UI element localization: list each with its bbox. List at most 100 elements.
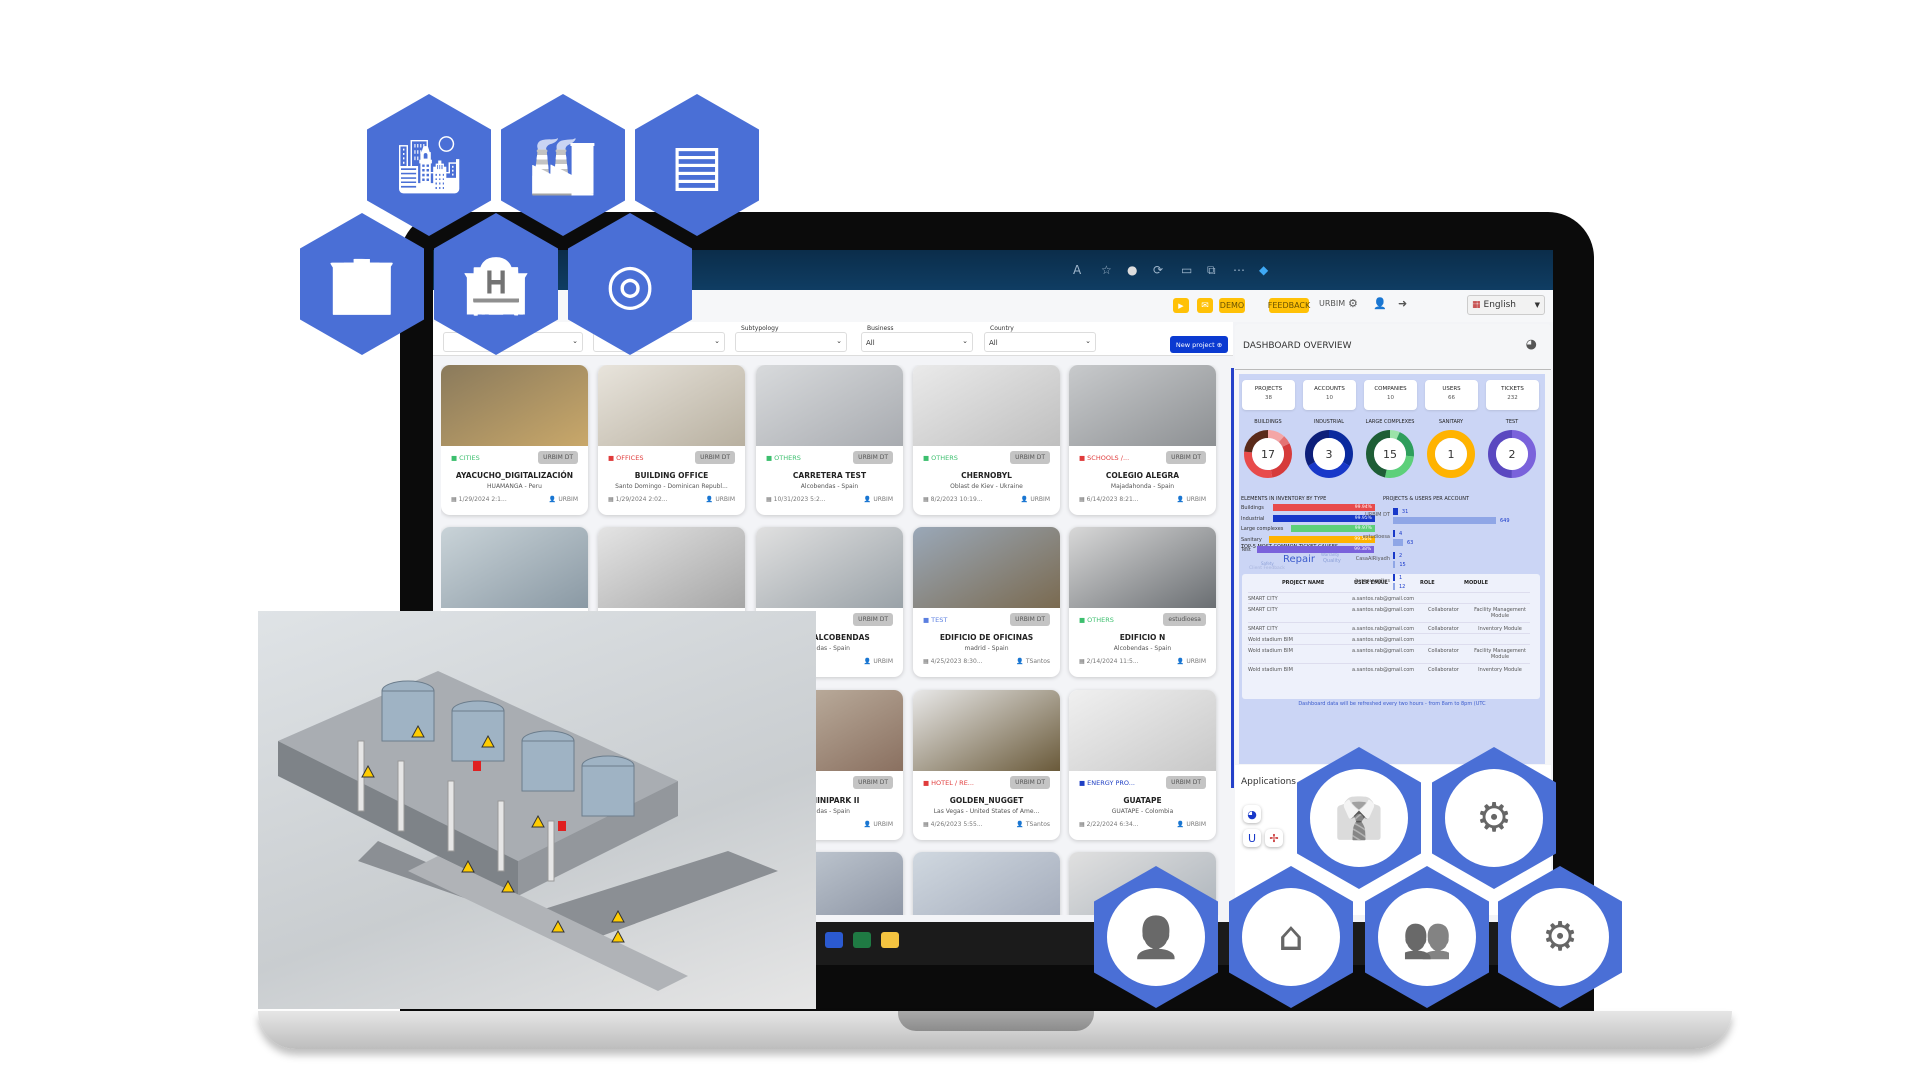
table-cell: Wold stadium BIM [1248,667,1293,673]
project-location-text: HUAMANGA - Peru [487,483,542,490]
technician-icon: ⚙ [1542,914,1578,960]
demo-button[interactable]: DEMO [1219,298,1245,313]
table-row[interactable]: SMART CITY a.santos.rab@gmail.com Collabor… [1248,603,1530,622]
cards-scrollbar[interactable] [1231,368,1234,788]
table-header[interactable]: PROJECT NAME [1282,580,1324,586]
new-project-button[interactable]: New project ⊕ [1170,336,1228,353]
inventory-bar[interactable]: 99.38% [1257,546,1375,553]
donut-chart-test[interactable]: 2 [1486,428,1538,480]
kpi-value: 38 [1265,395,1272,401]
video-tutorial-button[interactable]: ▶ [1173,298,1189,313]
projects-bar[interactable] [1393,508,1398,515]
calendar-icon: ▦ [923,821,929,828]
excel-icon[interactable] [853,932,871,948]
category-icon: ■ [1079,454,1086,462]
app-dashboard-icon[interactable]: ◕ [1243,805,1261,823]
category-label: ■ SCHOOLS /... [1079,454,1129,462]
project-thumbnail[interactable] [441,365,588,446]
extensions-icon[interactable]: ⟳ [1153,263,1163,277]
favorite-icon[interactable]: ☆ [1101,263,1112,277]
organization-badge: URBIM DT [1010,776,1050,789]
projects-bar[interactable] [1393,574,1395,581]
table-header[interactable]: MODULE [1464,580,1488,586]
project-card[interactable]: ■ HOTEL / RE... URBIM DT GOLDEN_NUGGET Las V… [913,690,1060,840]
kpi-label: USERS [1442,386,1461,392]
projects-bar[interactable] [1393,530,1395,537]
project-thumbnail[interactable] [913,852,1060,915]
language-select[interactable]: ▦ English ▼ [1467,295,1545,315]
project-thumbnail[interactable] [598,365,745,446]
donut-chart-buildings[interactable]: 17 [1242,428,1294,480]
table-cell: Wold stadium BIM [1248,648,1293,654]
account-label: URBIM DT [1365,512,1390,518]
project-card[interactable]: ■ SCHOOLS /... URBIM DT COLEGIO ALEGRA Majad… [1069,365,1216,515]
donut-chart-sanitary[interactable]: 1 [1425,428,1477,480]
project-card[interactable]: ■ ENERGY PRO... URBIM DT GUATAPE GUATAPE - C… [1069,690,1216,840]
project-thumbnail[interactable] [913,365,1060,446]
project-thumbnail[interactable] [913,690,1060,771]
projects-bar[interactable] [1393,552,1395,559]
country-select[interactable]: Country All ⌄ [984,325,1096,352]
project-thumbnail[interactable] [1069,527,1216,608]
project-thumbnail[interactable] [441,527,588,608]
split-screen-icon[interactable]: ▭ [1181,263,1192,277]
project-thumbnail[interactable] [756,527,903,608]
account-bar-value: 31 [1401,509,1409,515]
table-row[interactable]: Wold stadium BIM a.santos.rab@gmail.com Co… [1248,663,1530,674]
users-bar[interactable] [1393,561,1396,568]
app-dragonfly-icon[interactable]: ✢ [1265,829,1283,847]
account-bar-value: 63 [1406,540,1414,546]
table-row[interactable]: SMART CITY a.santos.rab@gmail.com Collabor… [1248,622,1530,633]
copilot-icon[interactable]: ◆ [1259,263,1268,277]
mail-button[interactable]: ✉ [1197,298,1213,313]
users-bar[interactable] [1393,583,1395,590]
project-thumbnail[interactable] [756,365,903,446]
project-card[interactable]: ■ CITIES URBIM DT AYACUCHO_DIGITALIZACIÓN HU… [441,365,588,515]
gear-icon[interactable]: ⚙ [1348,297,1358,310]
users-bar[interactable] [1393,517,1496,524]
app-u-icon[interactable]: U [1243,829,1261,847]
project-thumbnail[interactable] [913,527,1060,608]
project-title-text: CHERNOBYL [961,471,1012,480]
inventory-bar[interactable]: 99.97% [1291,525,1375,532]
project-card[interactable]: ■ TEST URBIM DT EDIFICIO DE OFICINAS madrid … [913,527,1060,677]
profile-icon[interactable]: ● [1127,263,1137,277]
table-row[interactable]: Wold stadium BIM a.santos.rab@gmail.com Co… [1248,644,1530,663]
collections-icon[interactable]: ⧉ [1207,263,1216,278]
word-icon[interactable] [825,932,843,948]
project-card[interactable]: ■ OTHERS estudioesa EDIFICIO N Alcobendas - … [1069,527,1216,677]
user-icon[interactable]: 👤 [1373,297,1387,310]
category-label-text: TEST [931,616,948,624]
file-explorer-icon[interactable] [881,932,899,948]
project-thumbnail[interactable] [1069,365,1216,446]
project-card[interactable]: ■ OTHERS URBIM DT CARRETERA TEST Alcobendas … [756,365,903,515]
user-icon: 👤 [863,821,872,828]
project-title: EDIFICIO N [1069,633,1216,642]
users-bar[interactable] [1393,539,1403,546]
donut-chart-large-complexes[interactable]: 15 [1364,428,1416,480]
inventory-bar[interactable]: 99.95% [1273,514,1375,522]
inventory-bar[interactable]: 99.94% [1273,504,1375,511]
subtypology-select[interactable]: Subtypology ⌄ [735,325,847,352]
inventory-bar[interactable]: 99.56% [1269,535,1375,543]
project-owner-text: URBIM [1186,496,1206,503]
donut-chart-industrial[interactable]: 3 [1303,428,1355,480]
table-header[interactable]: ROLE [1420,580,1435,586]
pie-chart-icon[interactable]: ◕ [1526,337,1537,352]
project-thumbnail[interactable] [598,527,745,608]
logout-icon[interactable]: ➜ [1398,297,1407,310]
feedback-button[interactable]: FEEDBACK [1268,298,1310,313]
organization-badge: URBIM DT [853,776,893,789]
project-thumbnail[interactable] [1069,690,1216,771]
category-label-text: OTHERS [1087,616,1114,624]
table-cell: SMART CITY [1248,607,1278,613]
project-card[interactable] [913,852,1060,915]
read-aloud-icon[interactable]: A [1073,263,1081,277]
more-icon[interactable]: ⋯ [1233,263,1245,277]
table-row[interactable]: SMART CITY a.santos.rab@gmail.com [1248,592,1530,603]
business-select[interactable]: Business All ⌄ [861,325,973,352]
category-label: ■ OFFICES [608,454,643,462]
table-row[interactable]: Wold stadium BIM a.santos.rab@gmail.com [1248,633,1530,644]
project-card[interactable]: ■ OFFICES URBIM DT BUILDING OFFICE Santo Dom… [598,365,745,515]
project-card[interactable]: ■ OTHERS URBIM DT CHERNOBYL Óblast de Kiev -… [913,365,1060,515]
